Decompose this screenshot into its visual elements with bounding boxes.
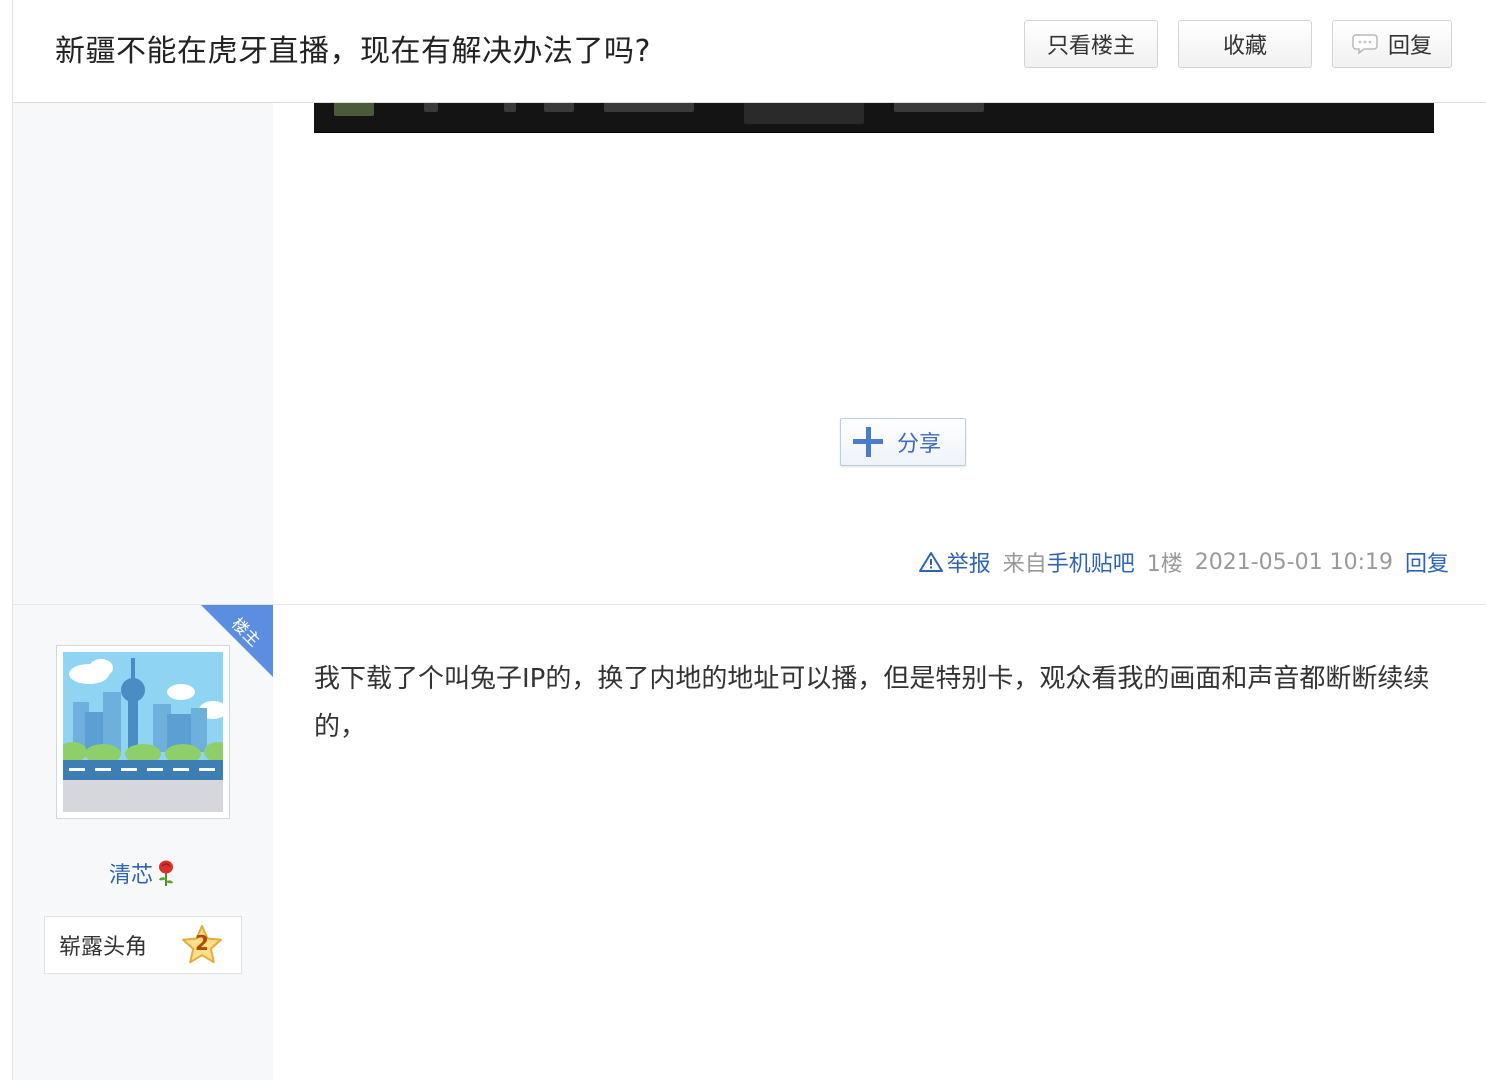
report-label: 举报 [946,552,991,577]
share-button[interactable]: 分享 [840,418,966,466]
post-tail: 举报 来自手机贴吧 1楼 2021-05-01 10:19 回复 [918,546,1449,578]
floor-number: 1楼 [1146,552,1183,577]
level-title: 崭露头角 [59,935,148,960]
author-block: 清芯 [13,857,273,889]
author-sidebar: 楼主 清芯 崭露头角 2 [13,605,273,1080]
avatar[interactable] [56,645,230,819]
client-source: 来自手机贴吧 [1003,546,1135,578]
client-prefix: 来自 [1002,552,1047,577]
post-floor-2: 楼主 清芯 崭露头角 2 我下载了个叫兔子IP的，换了内地的地址可以播，但是特别… [13,605,1486,1080]
favorite-label: 收藏 [1222,34,1267,59]
author-name[interactable]: 清芯 [109,857,153,889]
reply-link[interactable]: 回复 [1405,546,1449,578]
post-sidebar [13,102,273,604]
level-star-icon: 2 [181,924,223,966]
thread-header: 新疆不能在虎牙直播，现在有解决办法了吗? 只看楼主 收藏 回复 [13,0,1486,103]
user-level-badge[interactable]: 崭露头角 2 [44,916,242,974]
only-owner-button[interactable]: 只看楼主 [1024,20,1158,68]
post-time: 2021-05-01 10:19 [1194,549,1393,575]
thread-title: 新疆不能在虎牙直播，现在有解决办法了吗? [55,34,651,69]
post-body-text: 我下载了个叫兔子IP的，换了内地的地址可以播，但是特别卡，观众看我的画面和声音都… [314,664,1430,742]
warning-icon [918,552,943,572]
rose-icon [159,860,173,886]
share-label: 分享 [897,432,942,457]
level-number: 2 [195,931,209,955]
plus-icon [853,427,883,457]
post-image[interactable] [314,102,1434,133]
city-avatar-image [63,652,223,812]
favorite-button[interactable]: 收藏 [1178,20,1312,68]
report-link[interactable]: 举报 [918,546,991,578]
only-owner-label: 只看楼主 [1046,34,1135,59]
post-floor-1: 分享 举报 来自手机贴吧 1楼 2021-05-01 10:19 回复 [13,102,1486,604]
post-content: 我下载了个叫兔子IP的，换了内地的地址可以播，但是特别卡，观众看我的画面和声音都… [273,605,1486,1080]
post-content: 分享 举报 来自手机贴吧 1楼 2021-05-01 10:19 回复 [273,102,1486,604]
reply-button[interactable]: 回复 [1332,20,1452,68]
reply-label: 回复 [1387,34,1432,59]
mobile-tieba-link[interactable]: 手机贴吧 [1047,552,1135,577]
chat-bubble-icon [1352,33,1378,55]
